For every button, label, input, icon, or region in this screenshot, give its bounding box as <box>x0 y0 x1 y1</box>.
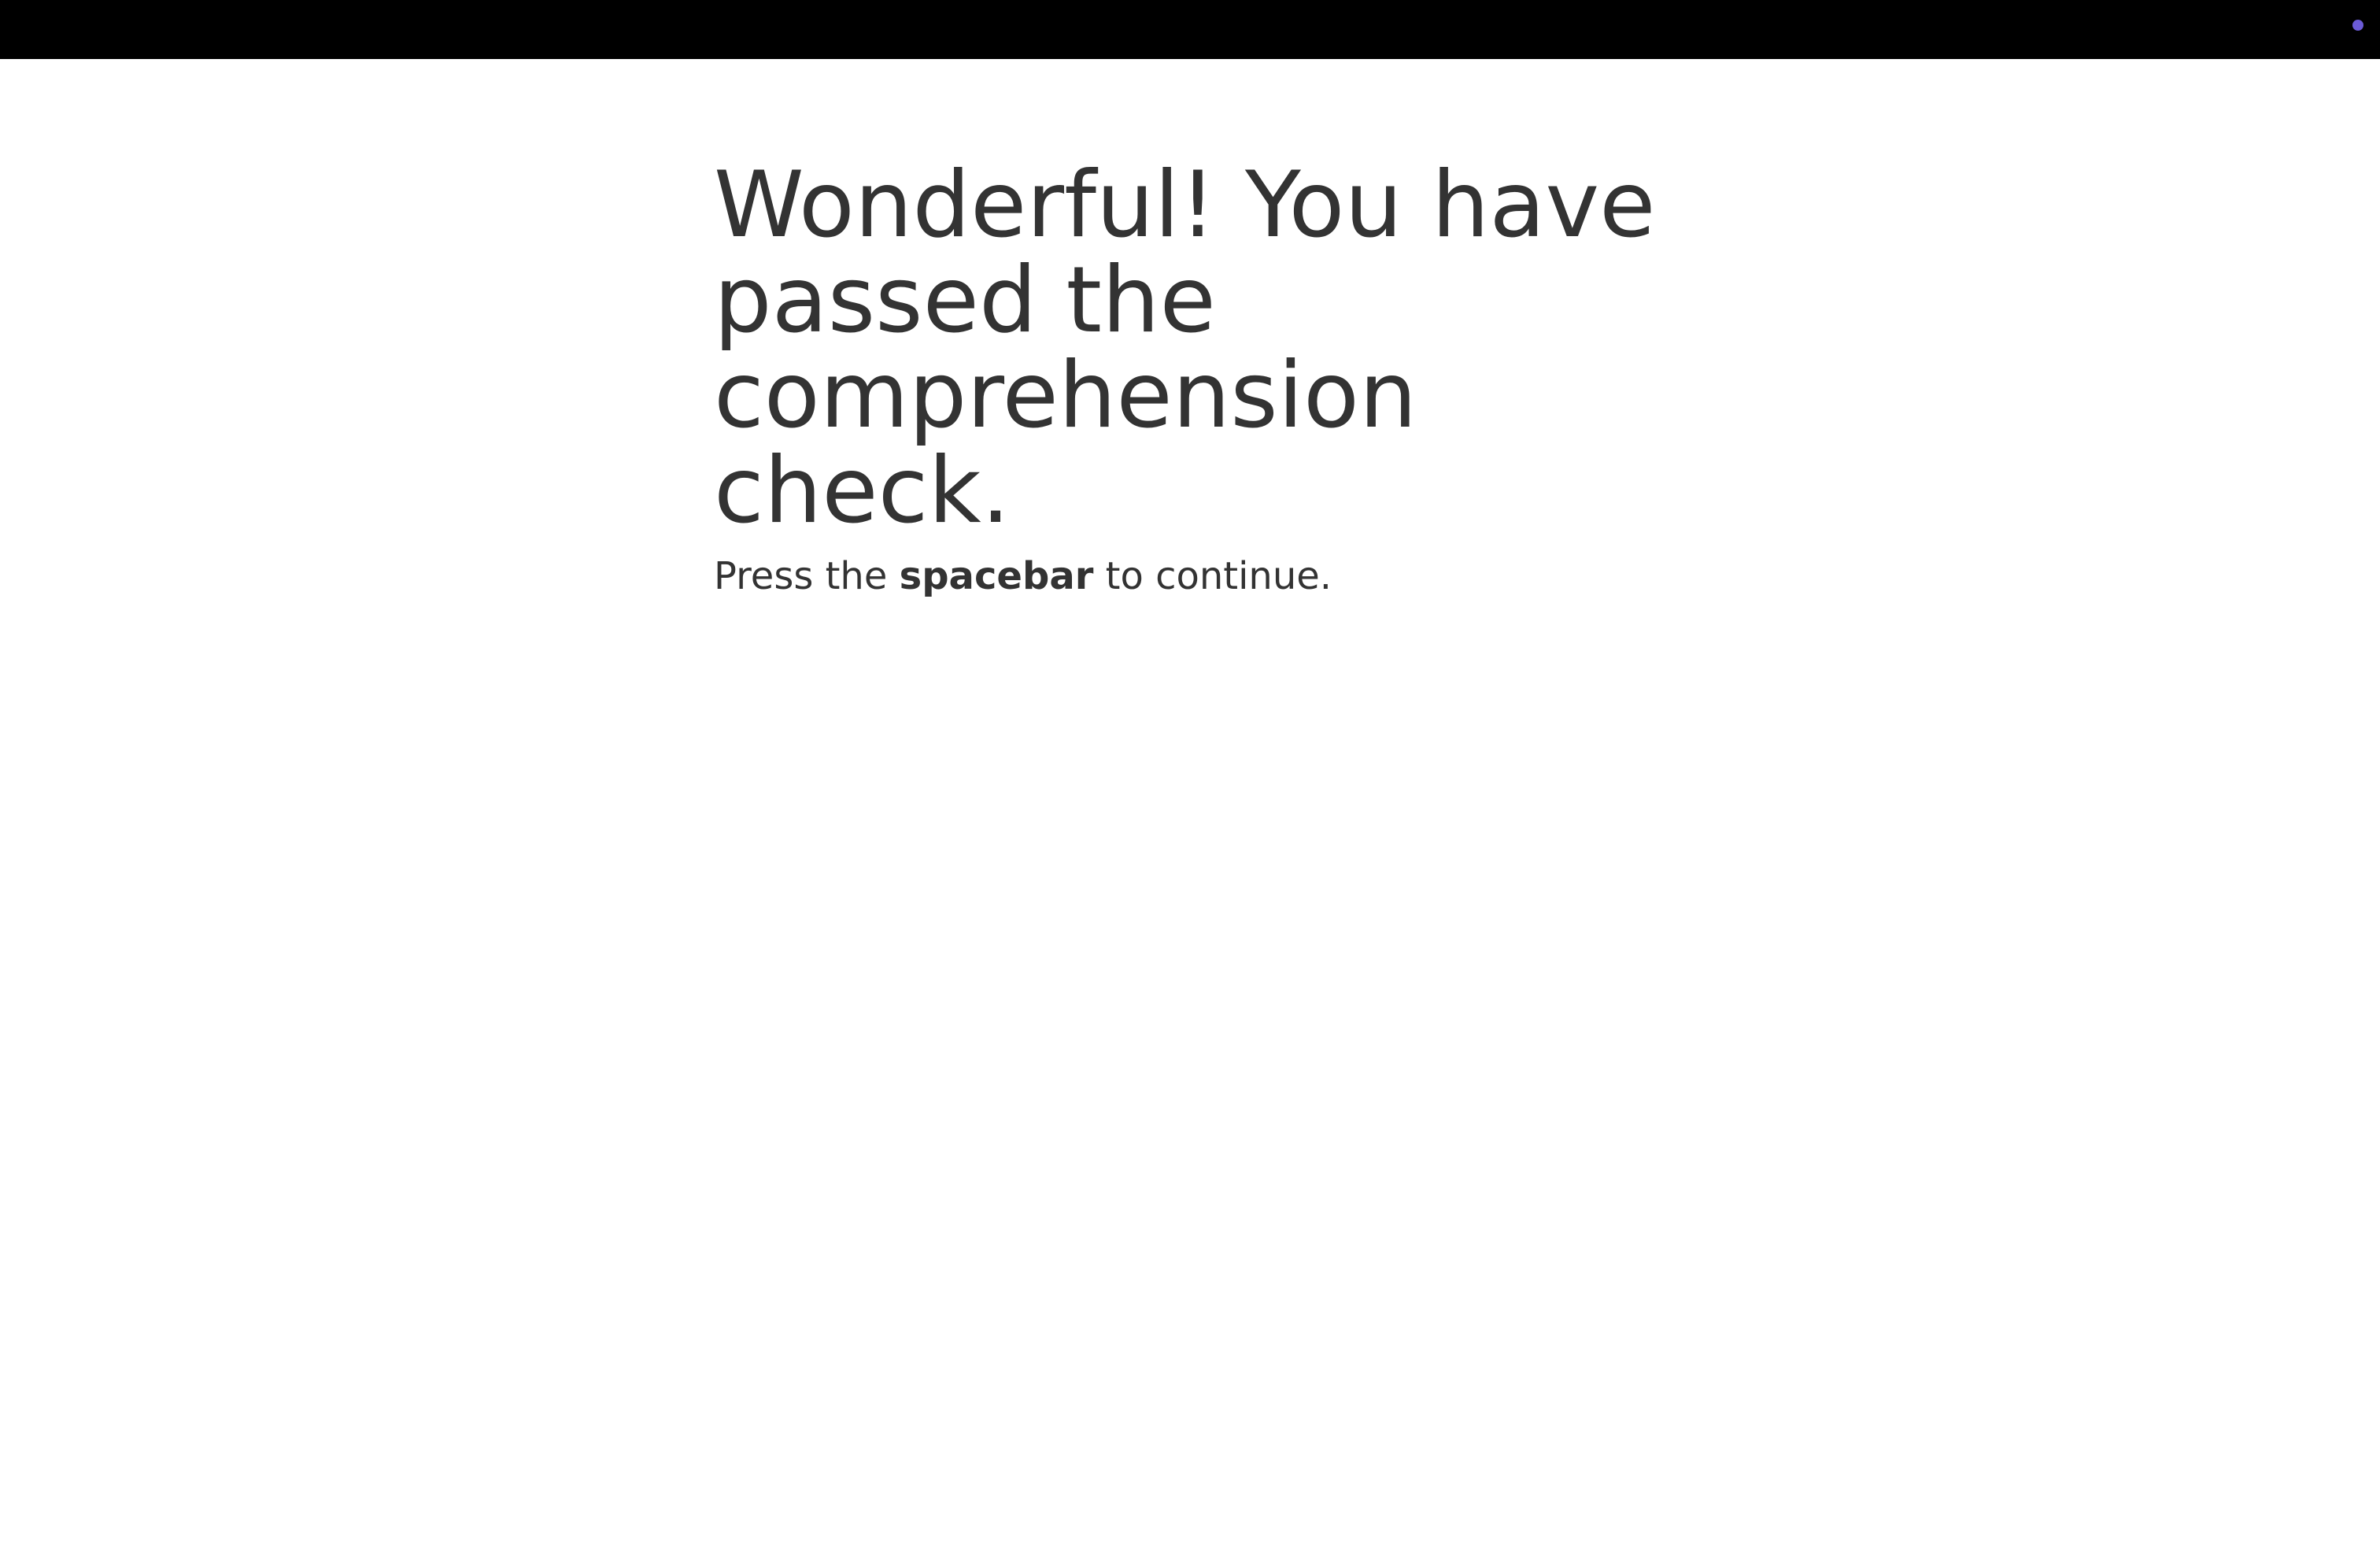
spacebar-key-label: spacebar <box>899 554 1094 598</box>
top-bar <box>0 0 2380 59</box>
completion-heading: Wonderful! You have passed the comprehen… <box>714 152 1656 544</box>
instruction-prefix: Press the <box>714 554 900 598</box>
message-panel: Wonderful! You have passed the comprehen… <box>714 157 1674 600</box>
continue-instruction: Press the spacebar to continue. <box>714 553 1674 600</box>
status-dot-icon <box>2352 20 2363 31</box>
instruction-suffix: to continue. <box>1093 554 1332 598</box>
